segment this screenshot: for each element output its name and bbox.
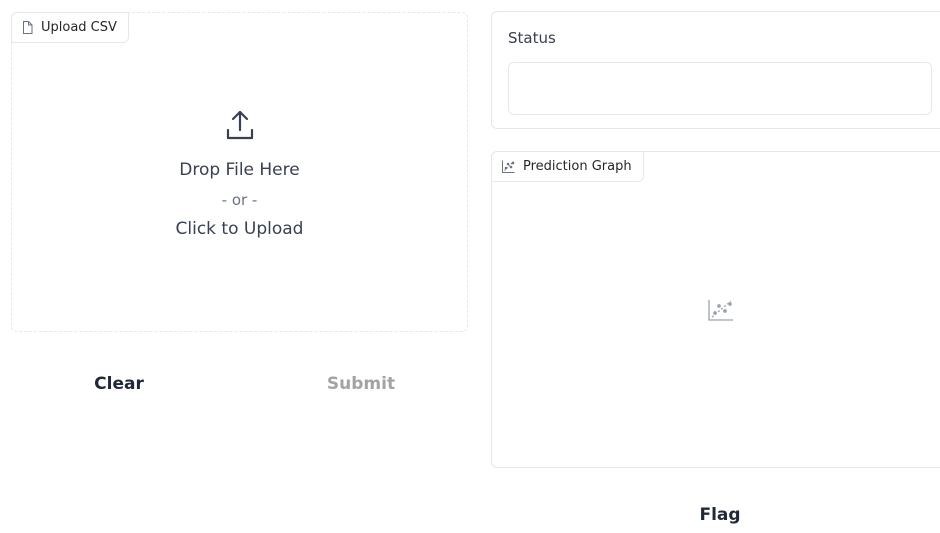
status-label: Status: [508, 29, 556, 47]
status-field[interactable]: [508, 62, 932, 115]
prediction-graph-panel: Prediction Graph: [491, 151, 940, 468]
prediction-graph-tab: Prediction Graph: [491, 151, 644, 182]
flag-button[interactable]: Flag: [610, 503, 830, 533]
drop-area[interactable]: Drop File Here - or - Click to Upload: [12, 109, 467, 240]
status-panel: Status: [491, 11, 940, 129]
drop-file-text: Drop File Here: [179, 160, 300, 180]
clear-button[interactable]: Clear: [11, 364, 227, 404]
upload-csv-dropzone[interactable]: Upload CSV Drop File Here - or - Click t…: [11, 12, 468, 332]
upload-csv-tab: Upload CSV: [11, 12, 129, 43]
click-to-upload-text[interactable]: Click to Upload: [176, 218, 304, 240]
upload-icon: [226, 109, 254, 145]
scatter-plot-icon: [502, 160, 515, 173]
scatter-plot-icon: [708, 299, 734, 325]
upload-csv-label: Upload CSV: [41, 20, 117, 35]
file-icon: [22, 21, 33, 34]
or-separator-text: - or -: [221, 191, 258, 209]
submit-button[interactable]: Submit: [253, 364, 469, 404]
prediction-graph-label: Prediction Graph: [523, 159, 632, 174]
